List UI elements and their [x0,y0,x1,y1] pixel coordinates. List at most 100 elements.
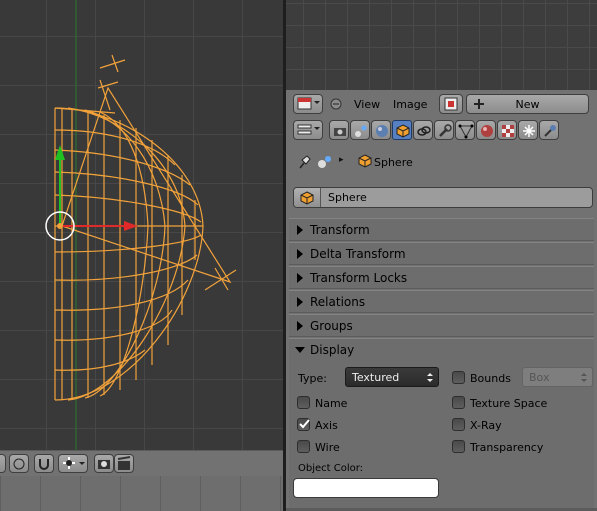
xray-label: X-Ray [470,419,502,432]
type-dropdown[interactable]: Textured [345,367,439,387]
cube-icon [300,191,314,205]
particles-icon [523,125,535,137]
tab-render[interactable] [329,120,349,140]
breadcrumb-object: Sphere [374,156,413,169]
menu-image[interactable]: Image [393,98,427,111]
bounds-type-value: Box [529,371,550,384]
collapse-triangle-icon [295,347,305,353]
type-dropdown-value: Textured [352,371,400,384]
panel-transform[interactable]: Transform [289,218,594,241]
new-image-button[interactable]: New [466,94,589,114]
viewport-mode-button[interactable] [0,454,6,473]
axis-label: Axis [315,419,338,432]
tab-world[interactable] [371,120,391,140]
panel-display[interactable]: Display [289,338,594,361]
tab-modifiers[interactable] [434,120,454,140]
panel-transform-locks[interactable]: Transform Locks [289,266,594,289]
image-editor-header: View Image New [286,90,597,118]
render-anim-button[interactable] [114,454,134,473]
name-label: Name [315,397,348,410]
grid-snap-icon [63,457,85,469]
tab-object[interactable] [392,120,412,140]
panel-label: Relations [310,295,366,309]
editor-type-button[interactable] [293,94,323,114]
bounds-checkbox[interactable] [452,371,465,384]
properties-editor-type-button[interactable] [293,120,323,140]
wire-checkbox[interactable] [297,440,310,453]
panel-relations[interactable]: Relations [289,290,594,313]
browse-image-button[interactable] [439,94,463,114]
magnet-icon [39,459,49,470]
texture-space-label: Texture Space [470,397,548,410]
tab-scene[interactable] [350,120,370,140]
mesh-icon [458,124,474,139]
properties-icon [297,124,320,135]
panel-label: Delta Transform [310,247,406,261]
panel-label: Transform Locks [310,271,408,285]
axis-checkbox[interactable] [297,418,310,431]
scene-icon [318,156,331,168]
snap-target-button[interactable] [58,454,88,473]
camera-icon [98,460,110,469]
tab-constraints[interactable] [413,120,433,140]
circle-icon [13,458,25,470]
expand-triangle-icon [297,297,303,307]
updown-arrows-icon [581,373,587,382]
object-color-label: Object Color: [298,463,364,474]
image-icon [444,97,458,111]
expand-triangle-icon [297,249,303,259]
properties-header [286,117,597,144]
tab-data[interactable] [455,120,475,140]
bounds-label: Bounds [470,372,511,385]
cube-icon [396,124,410,138]
camera-icon [334,128,346,136]
viewport-header [0,450,283,477]
timeline-area[interactable] [0,476,283,511]
name-checkbox[interactable] [297,396,310,409]
expand-triangle-icon [297,273,303,283]
expand-triangle-icon [297,321,303,331]
object-color-swatch[interactable] [293,478,439,498]
display-panel-body: Type: Textured Bounds Box Name Texture S… [289,361,594,511]
pin-icon[interactable] [296,154,312,170]
scene-icon [355,125,367,137]
texture-space-checkbox[interactable] [452,396,465,409]
image-editor-icon [297,97,320,110]
sphere-wireframe [45,0,237,450]
tab-particles[interactable] [518,120,538,140]
tab-texture[interactable] [497,120,517,140]
panel-label: Display [310,343,355,357]
collapse-menu-icon[interactable] [330,98,342,110]
panel-groups[interactable]: Groups [289,314,594,337]
tab-physics[interactable] [539,120,559,140]
bounds-type-dropdown[interactable]: Box [522,367,593,387]
object-name-value: Sphere [328,191,367,204]
link-icon [417,126,431,136]
image-editor-canvas[interactable] [286,0,597,90]
transparency-label: Transparency [470,441,544,454]
panel-delta-transform[interactable]: Delta Transform [289,242,594,265]
pivot-button[interactable] [9,454,29,473]
render-button[interactable] [94,454,114,473]
breadcrumb-separator: ▸ [339,155,344,165]
snap-button[interactable] [34,454,54,473]
tab-material[interactable] [476,120,496,140]
material-icon [481,125,493,137]
clapper-icon [117,456,131,470]
physics-icon [544,125,556,137]
panel-label: Transform [310,223,370,237]
cube-icon [358,154,372,168]
wire-label: Wire [315,441,340,454]
wrench-icon [439,124,452,137]
3d-viewport[interactable] [0,0,283,450]
object-icon-button[interactable] [294,188,321,207]
texture-icon [502,125,514,137]
object-name-field[interactable]: Sphere [293,187,593,208]
world-icon [376,125,388,137]
panel-label: Groups [310,319,353,333]
checkmark-icon [299,419,310,429]
menu-view[interactable]: View [354,98,380,111]
xray-checkbox[interactable] [452,418,465,431]
transparency-checkbox[interactable] [452,440,465,453]
expand-triangle-icon [297,225,303,235]
